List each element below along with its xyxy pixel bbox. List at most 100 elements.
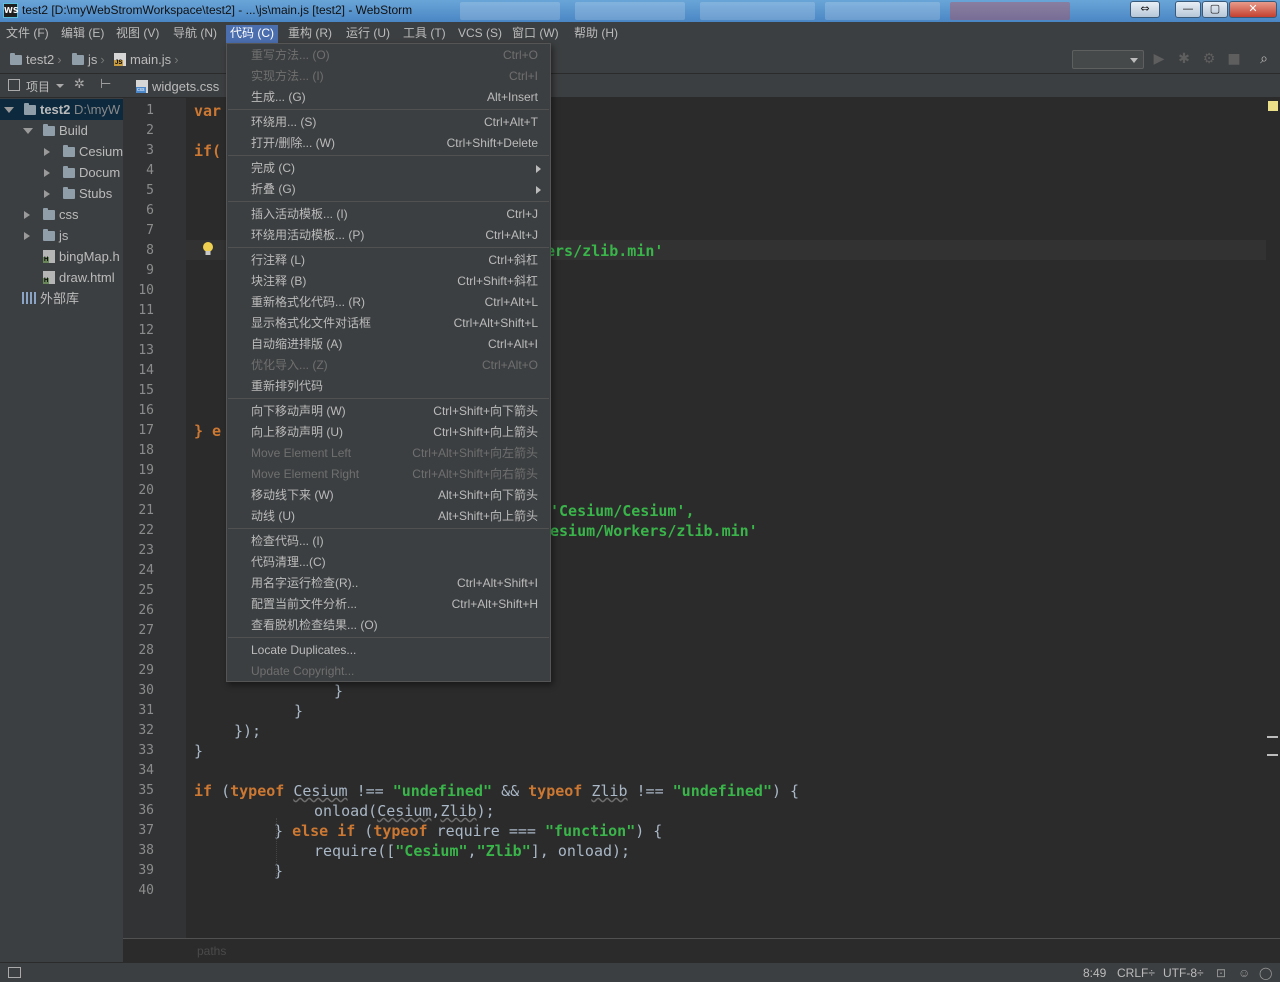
code-menu-item[interactable]: 打开/删除... (W) Ctrl+Shift+Delete	[227, 133, 550, 154]
search-icon[interactable]: ⌕	[1257, 52, 1271, 66]
crumb-project[interactable]: test2 ›	[10, 52, 65, 67]
tree-item-build[interactable]: Build	[0, 120, 123, 141]
settings-icon[interactable]: ✲	[74, 77, 85, 92]
editor-scrollbar[interactable]	[1266, 98, 1280, 938]
code-menu-item[interactable]: 代码清理...(C)	[227, 552, 550, 573]
event-log-icon[interactable]: ◯	[1259, 966, 1272, 980]
menu-item-shortcut: Ctrl+I	[508, 69, 538, 83]
code-menu-item[interactable]: 插入活动模板... (I) Ctrl+J	[227, 204, 550, 225]
tree-label: test2	[40, 102, 71, 117]
hide-panel-icon[interactable]: ⊢	[100, 77, 111, 92]
run-config-select[interactable]	[1072, 50, 1144, 69]
menu-refactor[interactable]: 重构 (R)	[284, 25, 336, 43]
crumb-label: js	[88, 52, 98, 67]
menu-navigate[interactable]: 导航 (N)	[169, 25, 221, 43]
code-menu-item[interactable]: 折叠 (G)	[227, 179, 550, 200]
css-file-icon	[136, 80, 148, 93]
tree-item-cesium[interactable]: Cesium	[0, 141, 123, 162]
menu-run[interactable]: 运行 (U)	[342, 25, 394, 43]
tab-widgets-css[interactable]: widgets.css	[130, 76, 225, 98]
stop-icon[interactable]: ■	[1227, 52, 1241, 66]
code-menu-item[interactable]: 查看脱机检查结果... (O)	[227, 615, 550, 636]
tree-item-test2[interactable]: test2 D:\myW	[0, 99, 123, 120]
menu-window[interactable]: 窗口 (W)	[508, 25, 563, 43]
chevron-right-icon[interactable]	[24, 211, 30, 219]
code-menu-item[interactable]: 显示格式化文件对话框 Ctrl+Alt+Shift+L	[227, 313, 550, 334]
tree-item-draw[interactable]: draw.html	[0, 267, 123, 288]
code-line-38: require(["Cesium","Zlib"], onload);	[314, 842, 631, 860]
code-menu-item[interactable]: 环绕用活动模板... (P) Ctrl+Alt+J	[227, 225, 550, 246]
submenu-arrow-icon	[536, 186, 541, 194]
code-menu-item[interactable]: 向上移动声明 (U) Ctrl+Shift+向上箭头	[227, 422, 550, 443]
tree-item-css[interactable]: css	[0, 204, 123, 225]
code-menu-item[interactable]: 用名字运行检查(R).. Ctrl+Alt+Shift+I	[227, 573, 550, 594]
tree-label: js	[59, 228, 69, 243]
code-menu-item[interactable]: 生成... (G) Alt+Insert	[227, 87, 550, 108]
menu-file[interactable]: 文件 (F)	[2, 25, 53, 43]
maximize-button[interactable]: ▢	[1202, 1, 1228, 18]
code-line-30: }	[334, 681, 343, 701]
code-menu-item[interactable]: 环绕用... (S) Ctrl+Alt+T	[227, 112, 550, 133]
crumb-js[interactable]: js ›	[72, 52, 108, 67]
tree-item-docum[interactable]: Docum	[0, 162, 123, 183]
minimize-button[interactable]: —	[1175, 1, 1201, 18]
tree-item-js[interactable]: js	[0, 225, 123, 246]
chevron-right-icon[interactable]	[24, 232, 30, 240]
close-button[interactable]: ✕	[1229, 1, 1277, 18]
line-number: 28	[138, 643, 154, 658]
code-token: ], onload);	[530, 842, 631, 860]
crumb-file[interactable]: main.js›	[114, 52, 182, 67]
error-stripe-marker[interactable]	[1267, 754, 1278, 756]
chevron-right-icon[interactable]	[44, 148, 50, 156]
window-title: test2 [D:\myWebStromWorkspace\test2] - .…	[22, 3, 413, 17]
line-number: 35	[138, 783, 154, 798]
code-menu-item[interactable]: 自动缩进排版 (A) Ctrl+Alt+I	[227, 334, 550, 355]
code-token: ===	[508, 822, 536, 840]
menu-item-label: 配置当前文件分析...	[251, 597, 358, 611]
code-menu-item[interactable]: 配置当前文件分析... Ctrl+Alt+Shift+H	[227, 594, 550, 615]
inspector-icon[interactable]: ☺	[1238, 966, 1250, 980]
inspection-status-icon[interactable]	[1268, 101, 1278, 111]
menu-code[interactable]: 代码 (C)	[226, 25, 278, 43]
line-number: 29	[138, 663, 154, 678]
code-menu-item[interactable]: 移动线下来 (W) Alt+Shift+向下箭头	[227, 485, 550, 506]
code-menu-item[interactable]: 块注释 (B) Ctrl+Shift+斜杠	[227, 271, 550, 292]
resize-toggle-button[interactable]: ⇔	[1130, 1, 1160, 18]
run-icon[interactable]: ▶	[1152, 52, 1166, 66]
tool-windows-toggle-icon[interactable]	[8, 967, 21, 978]
tree-item-bingmap[interactable]: bingMap.h	[0, 246, 123, 267]
caret-position[interactable]: 8:49	[1083, 966, 1106, 980]
code-menu-item[interactable]: 动线 (U) Alt+Shift+向上箭头	[227, 506, 550, 527]
menu-view[interactable]: 视图 (V)	[112, 25, 163, 43]
code-token: 'Cesium/Cesium',	[550, 502, 695, 520]
menu-vcs[interactable]: VCS (S)	[454, 25, 506, 43]
coverage-icon[interactable]: ⚙	[1202, 52, 1216, 66]
line-separator[interactable]: CRLF÷	[1117, 966, 1155, 980]
error-stripe-marker[interactable]	[1267, 736, 1278, 738]
menu-item-shortcut: Ctrl+O	[502, 48, 538, 62]
code-token: );	[476, 802, 495, 820]
menu-tools[interactable]: 工具 (T)	[399, 25, 450, 43]
code-token: });	[234, 722, 262, 740]
chevron-right-icon[interactable]	[44, 169, 50, 177]
tree-item-external-libs[interactable]: 外部库	[0, 288, 123, 309]
tab-label: widgets.css	[152, 79, 220, 94]
project-view-selector[interactable]: 项目	[26, 78, 50, 95]
chevron-right-icon[interactable]	[44, 190, 50, 198]
code-menu-item[interactable]: 重新排列代码	[227, 376, 550, 397]
chevron-down-icon[interactable]	[4, 107, 14, 113]
chevron-down-icon[interactable]	[56, 84, 64, 88]
lock-icon[interactable]: ⊡	[1216, 966, 1226, 980]
tree-item-stubs[interactable]: Stubs	[0, 183, 123, 204]
code-menu-item[interactable]: 重新格式化代码... (R) Ctrl+Alt+L	[227, 292, 550, 313]
menu-help[interactable]: 帮助 (H)	[570, 25, 622, 43]
file-encoding[interactable]: UTF-8÷	[1163, 966, 1204, 980]
code-menu-item[interactable]: 向下移动声明 (W) Ctrl+Shift+向下箭头	[227, 401, 550, 422]
chevron-down-icon[interactable]	[23, 128, 33, 134]
menu-edit[interactable]: 编辑 (E)	[57, 25, 108, 43]
code-menu-item[interactable]: 检查代码... (I)	[227, 531, 550, 552]
code-menu-item[interactable]: 行注释 (L) Ctrl+斜杠	[227, 250, 550, 271]
code-menu-item[interactable]: Locate Duplicates...	[227, 640, 550, 661]
debug-icon[interactable]: ✱	[1177, 52, 1191, 66]
code-menu-item[interactable]: 完成 (C)	[227, 158, 550, 179]
